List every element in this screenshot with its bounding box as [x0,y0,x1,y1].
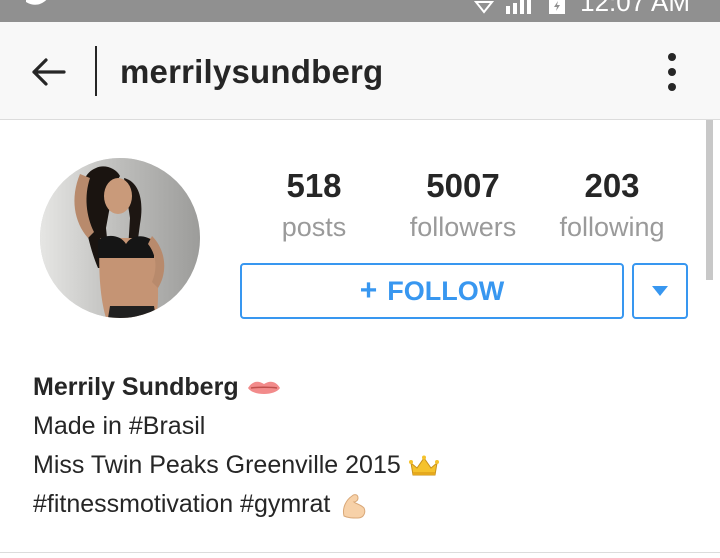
more-vertical-icon-dot [668,83,676,91]
posts-count: 518 [286,167,342,204]
follow-button-label: FOLLOW [387,276,505,306]
crown-emoji-icon [408,455,439,475]
bio-line-3: #fitnessmotivation #gymrat [33,485,439,524]
followers-stat[interactable]: 5007 followers [393,166,533,248]
app-bar: merrilysundberg [0,22,720,120]
signal-icon [506,0,532,14]
back-button[interactable] [26,50,70,94]
bio-text: #fitnessmotivation #gymrat [33,490,331,518]
bio-text: Made in #Brasil [33,412,206,440]
avatar[interactable] [40,158,200,318]
status-bar: 12:07 AM [0,0,720,22]
bio-name-line: Merrily Sundberg [33,368,439,407]
scrollbar[interactable] [706,120,713,280]
bio: Merrily Sundberg Made in #Brasil Miss Tw… [33,368,439,524]
posts-label: posts [281,212,347,242]
more-options-button[interactable] [652,48,692,96]
following-stat[interactable]: 203 following [542,166,682,248]
followers-count: 5007 [426,167,500,204]
following-label: following [559,212,665,242]
status-icons: 12:07 AM [474,0,690,17]
flexed-biceps-emoji-icon [343,493,366,519]
posts-stat[interactable]: 518 posts [244,166,384,248]
suggestions-dropdown-button[interactable] [632,263,688,319]
more-vertical-icon [668,53,676,61]
lips-emoji-icon [247,381,280,394]
status-time: 12:07 AM [580,0,690,17]
bio-line-2: Miss Twin Peaks Greenville 2015 [33,446,439,485]
page-title: merrilysundberg [120,53,384,90]
battery-icon [549,0,566,14]
profile-photo [40,158,200,318]
arrow-left-icon [32,58,66,86]
bio-text: Miss Twin Peaks Greenville 2015 [33,451,401,479]
more-vertical-icon-dot [668,68,676,76]
caret-down-icon [652,286,668,296]
title-divider [95,46,97,96]
bird-icon [26,0,47,5]
plus-icon: + [359,274,378,307]
section-divider [0,552,720,553]
wifi-icon [474,1,495,14]
follow-button[interactable]: + FOLLOW [240,263,624,319]
following-count: 203 [584,167,640,204]
profile-name: Merrily Sundberg [33,373,239,401]
followers-label: followers [409,212,517,242]
bio-line-1: Made in #Brasil [33,407,439,446]
